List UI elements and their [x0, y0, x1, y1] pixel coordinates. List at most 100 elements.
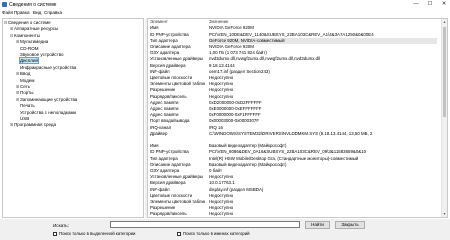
checkbox-box[interactable]: [177, 231, 181, 236]
table-row[interactable]: Элементы цветовой таблицы Недоступно: [148, 81, 447, 87]
tree-node[interactable]: ⊞Ввод: [16, 71, 30, 77]
column-header-item[interactable]: Элемент: [150, 19, 205, 25]
row-value: PCI\VEN_10DE&DEV_1140&SUBSYS_22BA103C&RE…: [209, 31, 374, 37]
table-row[interactable]: Описание адаптера NVIDIA GeForce 920M: [148, 44, 447, 50]
tree-node-label: Порты: [20, 90, 34, 96]
tree-node[interactable]: ⊟Сведения о системе: [4, 20, 51, 26]
search-selected-category-label: Поиск только в выделенной категории: [59, 231, 136, 236]
table-row[interactable]: Адрес памяти 0xE0000000-0xEFFFFFFF: [148, 106, 447, 112]
close-window-button[interactable]: ✕: [438, 0, 450, 9]
row-value: C:\WINDOWS\SYSTEM32\DRIVERS\NVLDDMKM.SYS…: [209, 130, 373, 136]
tree-node[interactable]: Дисплей: [16, 57, 39, 65]
tree-node-label: Печать: [20, 103, 35, 109]
table-row[interactable]: Версия драйвера 10.0.17763.1: [148, 180, 447, 186]
row-value: Недоступно: [209, 174, 234, 180]
table-row[interactable]: Адрес памяти 0xD2000000-0xD2FFFFFF: [148, 100, 447, 106]
row-item: INF-файл: [150, 186, 170, 192]
table-row[interactable]: IRQ-канал IRQ 16: [148, 125, 447, 131]
row-value: oem17.inf (раздел Section243): [209, 68, 270, 74]
tree-node[interactable]: ⊟Компоненты: [10, 33, 40, 39]
search-category-names-checkbox[interactable]: Поиск только в именах категорий: [177, 231, 250, 237]
tree-node[interactable]: ⊞Мультимедиа: [16, 39, 48, 45]
maximize-button[interactable]: ☐: [424, 0, 436, 9]
table-row[interactable]: Цветовые плоскости Недоступно: [148, 75, 447, 81]
table-row[interactable]: Порт ввода/вывода 0x00003000-0x0000307F: [148, 118, 447, 124]
table-row[interactable]: Установленные драйверы Недоступно: [148, 174, 447, 180]
table-row[interactable]: ID PNP-устройства PCI\VEN_8086&DEV_0A16&S…: [148, 149, 447, 155]
tree-node[interactable]: CD-ROM: [16, 46, 39, 52]
tree-node[interactable]: ⊞Порты: [16, 90, 33, 96]
table-row[interactable]: Цветовые плоскости Недоступно: [148, 193, 447, 199]
scroll-down-icon[interactable]: ▼: [442, 211, 447, 217]
table-row[interactable]: Разрешение Недоступно: [148, 205, 447, 211]
search-category-names-label: Поиск только в именах категорий: [183, 231, 250, 236]
tree-node[interactable]: Печать: [16, 103, 35, 109]
table-row[interactable]: Элементы цветовой таблицы Недоступно: [148, 199, 447, 205]
close-find-button[interactable]: Закрыть: [335, 221, 365, 229]
row-item: Имя: [150, 143, 159, 149]
menu-edit[interactable]: Правка: [14, 10, 30, 15]
table-row[interactable]: ОЗУ адаптера 1,00 ГБ (1 073 741 824 байт): [148, 50, 447, 56]
tree-node-label: CD-ROM: [20, 45, 39, 51]
table-row[interactable]: [148, 137, 447, 143]
table-row[interactable]: Адрес памяти 0xF0000000-0xF1FFFFFF: [148, 112, 447, 118]
table-row[interactable]: ID PNP-устройства PCI\VEN_10DE&DEV_1140&S…: [148, 31, 447, 38]
tree-node[interactable]: Устройства с неполадками: [16, 110, 76, 116]
table-row[interactable]: Тип адаптера Intel(R) HSW Mobile/Desktop …: [148, 156, 447, 162]
row-item: Установленные драйверы: [150, 174, 204, 180]
tree-node[interactable]: Инфракрасные устройства: [16, 65, 76, 71]
tree-node-label: Программная среда: [14, 122, 57, 128]
row-value: 0 байт: [209, 168, 222, 173]
table-row[interactable]: Установленные драйверы nvd3dumx.dll,nvwgf…: [148, 56, 447, 62]
row-value: Недоступно: [209, 205, 234, 211]
scroll-up-icon[interactable]: ▲: [442, 19, 447, 25]
find-button[interactable]: Найти: [305, 221, 330, 229]
table-row[interactable]: INF-файл oem17.inf (раздел Section243): [148, 68, 447, 75]
table-row[interactable]: Тип адаптера GeForce 920M, NVIDIA-совмест…: [148, 37, 447, 44]
tree-node-label: Компоненты: [14, 32, 40, 38]
tree-node-label: Аппаратные ресурсы: [14, 26, 59, 32]
row-value: 9.18.13.4144: [209, 62, 235, 68]
minimize-button[interactable]: —: [410, 0, 422, 9]
tree-node[interactable]: ⊞Программная среда: [10, 122, 56, 128]
scroll-thumb[interactable]: [443, 27, 446, 117]
tree-node[interactable]: ⊞Сеть: [16, 84, 30, 90]
table-row[interactable]: Разрешение Недоступно: [148, 87, 447, 93]
row-item: Драйвер: [150, 130, 168, 136]
row-value: 1,00 ГБ (1 073 741 824 байт): [209, 50, 267, 56]
tree-node-label: Звуковое устройство: [20, 52, 64, 57]
row-item: ОЗУ адаптера: [150, 168, 180, 173]
table-row[interactable]: Имя Базовый видеоадаптер (Майкрософт): [148, 143, 447, 149]
menu-file[interactable]: Файл: [2, 10, 13, 15]
window-title: Сведения о системе: [9, 2, 57, 8]
row-value: Недоступно: [209, 81, 234, 87]
menu-view[interactable]: Вид: [33, 10, 41, 15]
find-input[interactable]: [110, 221, 300, 228]
table-row[interactable]: Разрядов/пиксель Недоступно: [148, 211, 447, 217]
vertical-scrollbar[interactable]: ▲ ▼: [441, 19, 447, 217]
tree-node-label: Ввод: [20, 71, 31, 77]
menu-bar: Файл Правка Вид Справка: [0, 9, 450, 17]
table-row[interactable]: Драйвер C:\WINDOWS\SYSTEM32\DRIVERS\NVLDD…: [148, 130, 447, 137]
table-row[interactable]: Имя NVIDIA GeForce 920M: [148, 25, 447, 31]
row-value: PCI\VEN_8086&DEV_0A16&SUBSYS_22BA103C&RE…: [209, 149, 367, 155]
table-row[interactable]: Разрядов/пиксель Недоступно: [148, 93, 447, 100]
tree-node[interactable]: Модем: [16, 78, 34, 84]
menu-help[interactable]: Справка: [44, 10, 62, 15]
tree-node-label: Сеть: [20, 84, 31, 89]
row-value: Недоступно: [209, 93, 234, 99]
search-selected-category-checkbox[interactable]: Поиск только в выделенной категории: [53, 231, 135, 237]
table-row[interactable]: Версия драйвера 9.18.13.4144: [148, 62, 447, 69]
tree-node[interactable]: ⊞Аппаратные ресурсы: [10, 26, 58, 32]
table-row[interactable]: ОЗУ адаптера 0 байт: [148, 168, 447, 174]
tree-node[interactable]: USB: [16, 116, 29, 122]
column-header-row: Элемент Значение: [148, 19, 447, 25]
table-row[interactable]: Описание адаптера Базовый видеоадаптер (М…: [148, 162, 447, 168]
table-row[interactable]: INF-файл display.inf (раздел MSBDA): [148, 186, 447, 193]
row-item: ID PNP-устройства: [150, 31, 189, 37]
tree-node[interactable]: ⊞Запоминающие устройства: [16, 97, 77, 103]
column-header-value[interactable]: Значение: [209, 19, 437, 25]
row-item: Разрешение: [150, 87, 176, 93]
row-value: Недоступно: [209, 211, 234, 217]
checkbox-box[interactable]: [53, 231, 57, 236]
